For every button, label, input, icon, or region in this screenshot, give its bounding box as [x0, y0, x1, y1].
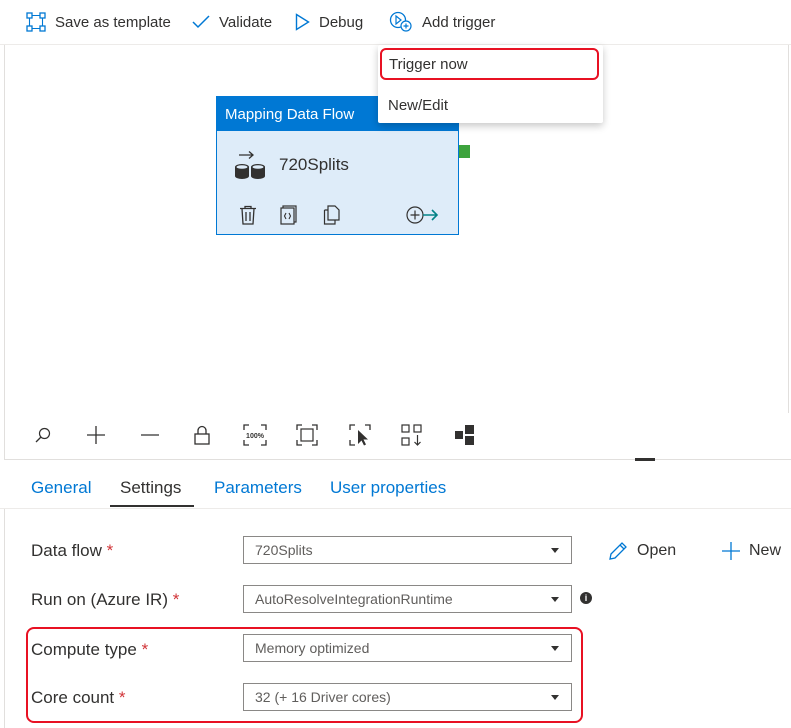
menu-item-trigger-now[interactable]: Trigger now	[380, 48, 599, 80]
open-data-flow-button[interactable]: Open	[608, 540, 676, 562]
add-output-icon[interactable]	[405, 205, 439, 225]
data-flow-select[interactable]: 720Splits	[243, 536, 572, 564]
active-tab-indicator	[110, 505, 194, 507]
new-label: New	[749, 542, 782, 559]
copy-icon[interactable]	[323, 205, 341, 225]
tab-user-properties[interactable]: User properties	[330, 478, 446, 498]
data-flow-label: Data flow *	[31, 541, 114, 560]
new-edit-label: New/Edit	[388, 96, 449, 114]
required-marker: *	[106, 541, 114, 560]
integration-runtime-value: AutoResolveIntegrationRuntime	[255, 591, 453, 607]
checkmark-icon	[192, 15, 210, 29]
zoom-out-icon[interactable]	[136, 421, 164, 449]
menu-item-new-edit[interactable]: New/Edit	[388, 91, 448, 119]
save-as-template-button[interactable]: Save as template	[26, 0, 171, 44]
validate-button[interactable]: Validate	[192, 0, 272, 44]
new-data-flow-button[interactable]: New	[722, 540, 781, 562]
required-marker: *	[172, 590, 180, 609]
tab-settings[interactable]: Settings	[120, 478, 181, 498]
play-icon	[295, 13, 310, 31]
save-as-template-label: Save as template	[55, 13, 171, 31]
data-flow-value: 720Splits	[255, 542, 313, 558]
add-trigger-label: Add trigger	[422, 13, 496, 31]
integration-runtime-select[interactable]: AutoResolveIntegrationRuntime	[243, 585, 572, 613]
zoom-in-icon[interactable]	[82, 421, 110, 449]
search-icon[interactable]	[29, 421, 57, 449]
chevron-down-icon	[551, 597, 559, 602]
compute-settings-highlight	[26, 627, 583, 723]
fit-to-screen-icon[interactable]	[293, 421, 321, 449]
debug-button[interactable]: Debug	[295, 0, 363, 44]
validate-label: Validate	[219, 13, 273, 31]
tab-parameters[interactable]: Parameters	[214, 478, 302, 498]
panel-resize-grip[interactable]	[635, 458, 655, 461]
zoom-100-label: 100%	[246, 433, 265, 440]
add-trigger-button[interactable]: Add trigger	[389, 0, 495, 44]
view-code-icon[interactable]	[280, 205, 298, 225]
open-label: Open	[637, 542, 677, 559]
data-flow-icon	[235, 151, 265, 179]
trigger-icon	[389, 11, 412, 32]
auto-align-icon[interactable]	[398, 421, 426, 449]
canvas-right-border	[788, 45, 789, 413]
select-cursor-icon[interactable]	[346, 421, 374, 449]
template-icon	[26, 12, 46, 32]
success-output-handle[interactable]	[459, 145, 470, 158]
tab-general[interactable]: General	[31, 478, 91, 498]
debug-label: Debug	[319, 13, 364, 31]
delete-icon[interactable]	[239, 205, 257, 225]
chevron-down-icon	[551, 548, 559, 553]
activity-name: 720Splits	[279, 155, 349, 174]
add-trigger-menu: Trigger now New/Edit	[378, 45, 603, 123]
activity-type-label: Mapping Data Flow	[225, 105, 355, 123]
minimap-icon[interactable]	[451, 421, 479, 449]
plus-icon	[722, 542, 740, 560]
lock-icon[interactable]	[188, 421, 216, 449]
run-on-label: Run on (Azure IR) *	[31, 590, 180, 609]
trigger-now-label: Trigger now	[389, 55, 468, 73]
info-icon[interactable]: i	[580, 592, 592, 604]
zoom-100-icon[interactable]: 100%	[241, 421, 269, 449]
pencil-icon	[609, 542, 627, 560]
